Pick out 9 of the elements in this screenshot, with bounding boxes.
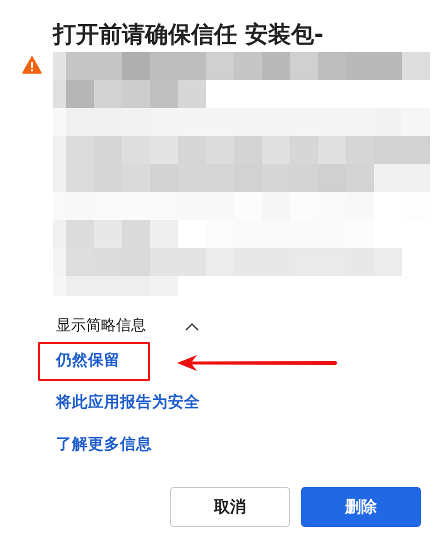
warning-icon: [22, 56, 42, 74]
details-toggle[interactable]: 显示简略信息: [56, 316, 200, 335]
dialog-title: 打开前请确保信任 安装包-: [53, 21, 325, 50]
link[interactable]: 将此应用报告为安全: [56, 391, 200, 413]
link[interactable]: 了解更多信息: [56, 433, 152, 455]
link[interactable]: 仍然保留: [56, 349, 120, 371]
delete-button[interactable]: 删除: [301, 487, 421, 527]
cancel-button[interactable]: 取消: [170, 487, 290, 527]
chevron-up-icon: [184, 320, 200, 330]
